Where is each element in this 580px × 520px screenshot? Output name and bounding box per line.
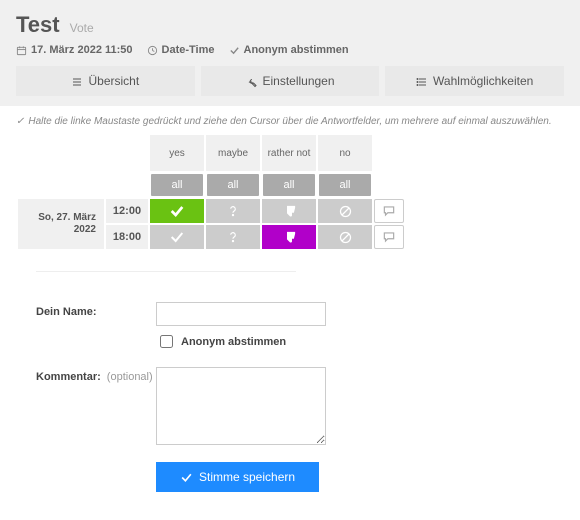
- vote-yes-button[interactable]: [150, 199, 204, 223]
- wrench-icon: [245, 74, 257, 88]
- check-icon: [180, 470, 193, 484]
- tab-overview-label: Übersicht: [88, 74, 139, 88]
- vote-form: Dein Name: Anonym abstimmen Kommentar:(o…: [0, 302, 580, 508]
- clock-icon: [147, 44, 158, 56]
- vote-rather-not-button[interactable]: [262, 225, 316, 249]
- comment-button[interactable]: [374, 225, 404, 249]
- name-label: Dein Name:: [36, 302, 156, 318]
- anon-checkbox[interactable]: [160, 335, 173, 348]
- page-title: Test: [16, 12, 60, 38]
- save-button-label: Stimme speichern: [199, 470, 295, 484]
- meta-type: Date-Time: [147, 44, 215, 56]
- col-no: no: [318, 135, 372, 171]
- comment-label: Kommentar:(optional): [36, 367, 156, 383]
- tab-settings[interactable]: Einstellungen: [201, 66, 380, 96]
- tab-overview[interactable]: Übersicht: [16, 66, 195, 96]
- all-maybe-button[interactable]: all: [207, 174, 259, 196]
- comment-input[interactable]: [156, 367, 326, 445]
- comment-button[interactable]: [374, 199, 404, 223]
- vote-no-button[interactable]: [318, 225, 372, 249]
- time-cell: 12:00: [106, 199, 148, 223]
- col-maybe: maybe: [206, 135, 260, 171]
- tabs: Übersicht Einstellungen Wahlmöglichkeite…: [16, 66, 564, 96]
- drag-hint: ✓ Halte die linke Maustaste gedrückt und…: [0, 106, 580, 133]
- meta-anon: Anonym abstimmen: [229, 44, 349, 56]
- page-subtitle: Vote: [70, 21, 94, 35]
- vote-yes-button[interactable]: [150, 225, 204, 249]
- drag-hint-text: Halte die linke Maustaste gedrückt und z…: [28, 116, 551, 127]
- anon-checkbox-label: Anonym abstimmen: [181, 336, 286, 348]
- tab-options[interactable]: Wahlmöglichkeiten: [385, 66, 564, 96]
- meta-type-text: Date-Time: [162, 44, 215, 56]
- header: Test Vote 17. März 2022 11:50 Date-Time …: [0, 0, 580, 106]
- col-yes: yes: [150, 135, 204, 171]
- vote-maybe-button[interactable]: [206, 199, 260, 223]
- vote-grid: yes maybe rather not no all all all all …: [16, 133, 406, 251]
- all-rather-not-button[interactable]: all: [263, 174, 315, 196]
- date-cell: So, 27. März 2022: [18, 199, 104, 249]
- meta-row: 17. März 2022 11:50 Date-Time Anonym abs…: [16, 44, 564, 56]
- tab-settings-label: Einstellungen: [262, 74, 334, 88]
- check-icon: ✓: [16, 116, 24, 127]
- calendar-icon: [16, 44, 27, 56]
- col-rather-not: rather not: [262, 135, 316, 171]
- check-icon: [229, 44, 240, 56]
- vote-no-button[interactable]: [318, 199, 372, 223]
- divider: [36, 271, 296, 272]
- vote-rather-not-button[interactable]: [262, 199, 316, 223]
- menu-icon: [416, 74, 428, 88]
- all-no-button[interactable]: all: [319, 174, 371, 196]
- tab-options-label: Wahlmöglichkeiten: [433, 74, 533, 88]
- vote-maybe-button[interactable]: [206, 225, 260, 249]
- meta-anon-text: Anonym abstimmen: [244, 44, 349, 56]
- all-yes-button[interactable]: all: [151, 174, 203, 196]
- meta-date: 17. März 2022 11:50: [16, 44, 133, 56]
- meta-date-text: 17. März 2022 11:50: [31, 44, 133, 56]
- save-button[interactable]: Stimme speichern: [156, 462, 319, 492]
- list-icon: [71, 74, 83, 88]
- time-cell: 18:00: [106, 225, 148, 249]
- table-row: So, 27. März 2022 12:00: [18, 199, 404, 223]
- name-input[interactable]: [156, 302, 326, 326]
